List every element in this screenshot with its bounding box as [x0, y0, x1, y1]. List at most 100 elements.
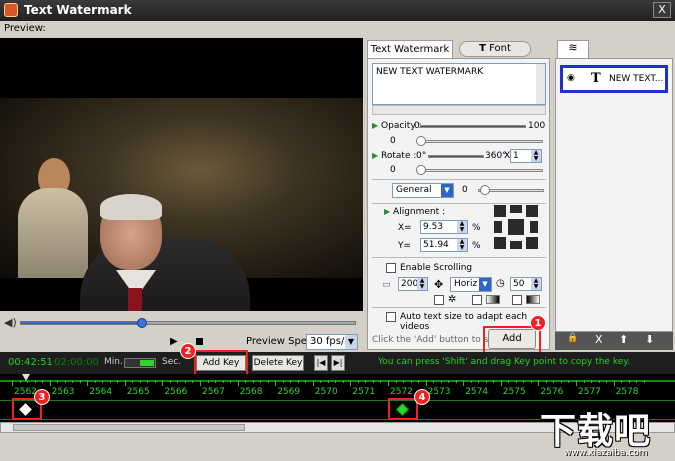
playhead-marker[interactable]: [22, 374, 30, 381]
ruler-tick: [388, 380, 389, 386]
prev-key-icon[interactable]: |◀: [314, 355, 328, 371]
layers-tab[interactable]: ≋: [557, 40, 589, 58]
align-top-left[interactable]: [494, 205, 506, 217]
layer-item[interactable]: ◉ T NEW TEXT...: [560, 65, 668, 93]
ruler-minor-tick: [57, 380, 59, 383]
move-down-icon[interactable]: ⬇: [645, 333, 654, 346]
enable-scrolling-label: Enable Scrolling: [400, 263, 473, 273]
opacity-value: 0: [390, 136, 396, 146]
ruler-label: 2565: [126, 387, 150, 397]
style-thumb[interactable]: [480, 185, 490, 195]
highlight-box-2: [194, 350, 248, 377]
align-left[interactable]: [494, 221, 502, 233]
y-position-spin[interactable]: 51.94 ▲ ▼: [420, 238, 468, 252]
highlight-box-4: [388, 398, 418, 420]
eye-icon[interactable]: ◉: [567, 73, 575, 83]
close-button[interactable]: X: [653, 2, 671, 18]
opacity-max: 100: [528, 121, 546, 131]
watermark-text-input[interactable]: NEW TEXT WATERMARK: [372, 63, 546, 105]
ruler-minor-tick: [636, 380, 638, 383]
panel-tabs: Text Watermark T Font: [367, 40, 551, 58]
opacity-thumb[interactable]: [416, 136, 426, 146]
rotate-value-slider[interactable]: [418, 169, 543, 172]
ruler-minor-tick: [530, 380, 532, 383]
scroll-option-checkbox-1[interactable]: [434, 295, 444, 305]
annotation-badge-2: 2: [180, 343, 196, 359]
chevron-down-icon[interactable]: ▼: [441, 184, 453, 197]
next-key-icon[interactable]: ▶|: [331, 355, 345, 371]
enable-scrolling-checkbox[interactable]: [386, 263, 396, 273]
ruler-minor-tick: [19, 380, 21, 383]
text-vertical-scrollbar[interactable]: [536, 64, 545, 104]
seek-thumb[interactable]: [136, 318, 147, 328]
style-select[interactable]: General ▼: [392, 183, 454, 198]
align-bottom-right[interactable]: [526, 237, 538, 249]
ruler-minor-tick: [207, 380, 209, 383]
lock-icon[interactable]: 🔒: [567, 333, 578, 343]
chevron-down-icon[interactable]: ▼: [345, 335, 357, 349]
opacity-slider[interactable]: [420, 125, 526, 128]
ruler-tick: [538, 380, 540, 386]
auto-text-size-checkbox[interactable]: [386, 312, 396, 322]
ruler-minor-tick: [553, 380, 555, 383]
scroll-direction-select[interactable]: Horiz ▼: [450, 277, 492, 292]
ruler-minor-tick: [493, 380, 495, 383]
volume-icon[interactable]: ◀): [4, 316, 17, 329]
video-preview[interactable]: [0, 38, 363, 311]
text-horizontal-scrollbar[interactable]: [372, 105, 546, 115]
scroll-option-checkbox-3[interactable]: [512, 295, 522, 305]
ruler-minor-tick: [365, 380, 367, 383]
clock-icon: ◷: [496, 278, 505, 289]
stop-icon[interactable]: [196, 338, 203, 345]
align-center[interactable]: [508, 219, 524, 235]
move-up-icon[interactable]: ⬆: [619, 333, 628, 346]
x-position-spin[interactable]: 9.53 ▲ ▼: [420, 220, 468, 234]
delete-icon[interactable]: X: [595, 333, 603, 346]
ruler-minor-tick: [147, 380, 149, 383]
ruler-minor-tick: [139, 380, 141, 383]
layer-item-label: NEW TEXT...: [609, 74, 664, 84]
scroll-option-checkbox-2[interactable]: [472, 295, 482, 305]
delete-key-button[interactable]: Delete Key: [252, 355, 304, 371]
ruler-minor-tick: [117, 380, 119, 383]
opacity-value-slider[interactable]: [418, 140, 543, 143]
tab-text-watermark[interactable]: Text Watermark: [367, 40, 453, 58]
timeline-scroll-thumb[interactable]: [13, 424, 245, 431]
rotate-slider[interactable]: [428, 155, 484, 158]
x-unit: %: [472, 223, 481, 233]
text-layer-icon: T: [591, 71, 601, 86]
alignment-grid[interactable]: [494, 205, 538, 249]
speed-select[interactable]: 30 fps/s ▼: [306, 334, 358, 350]
ruler-minor-tick: [418, 380, 420, 383]
align-right[interactable]: [530, 221, 538, 233]
align-top-right[interactable]: [526, 205, 538, 217]
ruler-label: 2572: [390, 387, 413, 397]
align-top[interactable]: [510, 205, 522, 213]
align-bottom[interactable]: [510, 241, 522, 249]
timeline-controls: 00:42:51 02:00:00 Min. Sec. Add Key Dele…: [0, 352, 675, 374]
scroll-duration-spin[interactable]: 50 ▲ ▼: [510, 277, 542, 291]
rotate-multiplier-spin[interactable]: 1 ▲ ▼: [510, 149, 542, 163]
ruler-label: 2563: [51, 387, 75, 397]
scroll-speed-spin[interactable]: 200 ▲ ▼: [398, 277, 428, 291]
seek-track[interactable]: [20, 318, 356, 328]
layers-panel: ≋ ◉ T NEW TEXT... 🔒 X ⬆ ⬇: [555, 40, 673, 350]
tab-font[interactable]: T Font: [459, 41, 531, 57]
ruler-label: 2576: [540, 387, 564, 397]
alignment-label: ▶ Alignment :: [384, 207, 446, 217]
ruler-minor-tick: [252, 380, 254, 383]
site-watermark: 下载吧 www.xiazaiba.com: [538, 400, 675, 461]
sec-label: Sec.: [162, 357, 182, 367]
ruler-minor-tick: [372, 380, 374, 383]
ruler-minor-tick: [222, 380, 224, 383]
play-icon[interactable]: ▶: [170, 336, 178, 347]
align-bottom-left[interactable]: [494, 237, 506, 249]
watermark-url: www.xiazaiba.com: [564, 448, 648, 458]
rotate-thumb[interactable]: [416, 165, 426, 175]
rotate-label: ▶ Rotate :: [372, 151, 417, 161]
opacity-min: 0: [414, 121, 420, 131]
ruler-minor-tick: [230, 380, 232, 383]
time-unit-toggle[interactable]: [124, 358, 156, 368]
chevron-down-icon[interactable]: ▼: [479, 278, 491, 291]
ruler-minor-tick: [470, 380, 472, 383]
